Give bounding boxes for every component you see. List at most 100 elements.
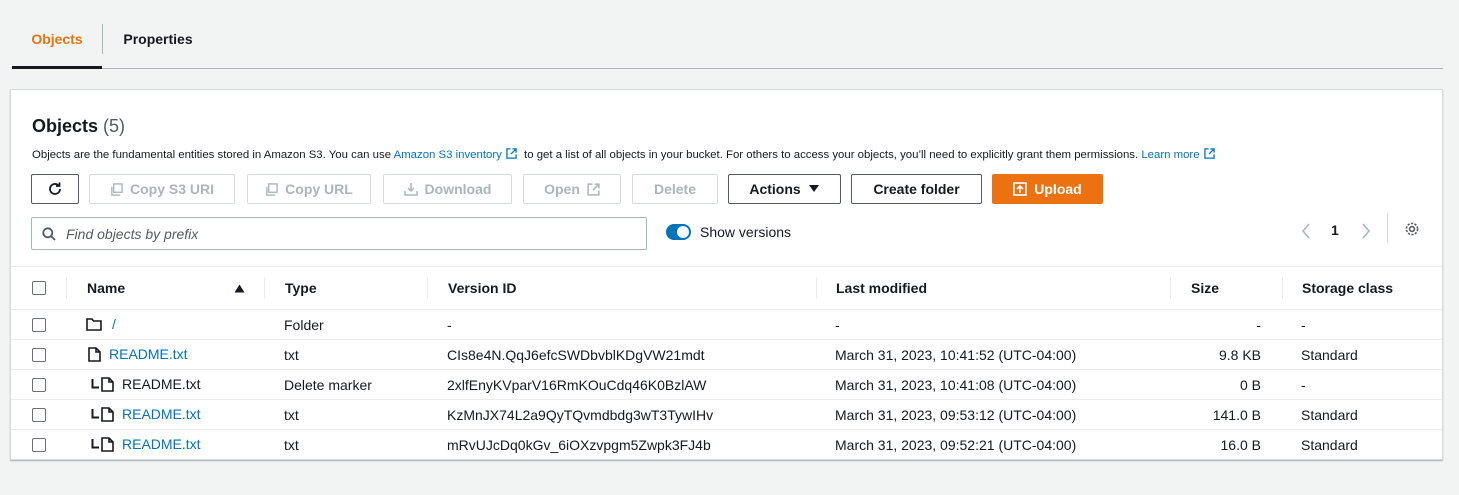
copy-s3-uri-button[interactable]: Copy S3 URI [89, 174, 235, 204]
chevron-right-icon[interactable] [1361, 223, 1371, 239]
objects-description: Objects are the fundamental entities sto… [32, 148, 1219, 161]
last-modified-cell: March 31, 2023, 09:52:21 (UTC-04:00) [835, 437, 1077, 453]
name-cell: README.txt [91, 436, 201, 452]
object-name: README.txt [122, 376, 201, 392]
delete-label: Delete [653, 181, 697, 197]
storage-class-cell: Standard [1301, 407, 1358, 423]
tab-objects[interactable]: Objects [12, 20, 102, 69]
column-header-size[interactable]: Size [1191, 280, 1219, 296]
row-checkbox[interactable] [32, 348, 46, 362]
create-folder-button[interactable]: Create folder [851, 174, 982, 204]
column-header-version-id[interactable]: Version ID [448, 280, 516, 296]
external-link-icon [587, 182, 600, 196]
version-id-cell: 2xlfEnyKVparV16RmKOuCdq46K0BzlAW [447, 377, 707, 393]
storage-class-cell: Standard [1301, 437, 1358, 453]
type-cell: txt [284, 347, 299, 363]
column-header-storage-class[interactable]: Storage class [1302, 280, 1393, 296]
objects-panel: Objects (5) Objects are the fundamental … [10, 89, 1443, 460]
name-cell: README.txt [91, 406, 201, 422]
column-divider [264, 277, 265, 299]
folder-icon [86, 318, 102, 331]
version-id-cell: KzMnJX74L2a9QyTQvmdbdg3wT3TywIHv [447, 407, 714, 423]
create-folder-label: Create folder [873, 181, 960, 197]
column-header-name[interactable]: Name [87, 280, 125, 296]
download-label: Download [424, 181, 492, 197]
objects-title: Objects [32, 116, 99, 136]
table-row[interactable]: README.txt txt KzMnJX74L2a9QyTQvmdbdg3wT… [11, 400, 1442, 430]
version-branch-icon [91, 379, 99, 389]
select-all-checkbox[interactable] [32, 281, 46, 295]
size-cell: 9.8 KB [1218, 347, 1261, 363]
refresh-icon [49, 182, 61, 195]
last-modified-cell: March 31, 2023, 09:53:12 (UTC-04:00) [835, 407, 1077, 423]
external-link-icon [506, 148, 517, 159]
open-label: Open [544, 181, 580, 197]
copy-icon [111, 182, 123, 196]
table-row[interactable]: README.txt Delete marker 2xlfEnyKVparV16… [11, 370, 1442, 400]
learn-more-link[interactable]: Learn more [1141, 149, 1199, 161]
actions-dropdown[interactable]: Actions [728, 174, 841, 204]
desc-text-1: Objects are the fundamental entities sto… [32, 149, 394, 161]
last-modified-cell: - [835, 317, 840, 333]
show-versions-control[interactable]: Show versions [666, 224, 791, 240]
type-cell: txt [284, 407, 299, 423]
refresh-button[interactable] [31, 174, 79, 204]
upload-icon [1013, 182, 1028, 196]
last-modified-cell: March 31, 2023, 10:41:52 (UTC-04:00) [835, 347, 1077, 363]
type-cell: Delete marker [284, 377, 372, 393]
file-icon [88, 346, 101, 362]
object-name-link[interactable]: README.txt [122, 436, 201, 452]
show-versions-toggle[interactable] [666, 224, 691, 240]
search-input[interactable] [64, 224, 624, 243]
object-name-link[interactable]: / [112, 316, 116, 332]
column-divider [1170, 277, 1171, 299]
table-row[interactable]: README.txt txt CIs8e4N.QqJ6efcSWDbvblKDg… [11, 340, 1442, 370]
column-divider [427, 277, 428, 299]
tab-properties[interactable]: Properties [103, 20, 213, 68]
storage-class-cell: Standard [1301, 347, 1358, 363]
row-checkbox[interactable] [32, 438, 46, 452]
tab-bar: Objects Properties [12, 20, 1443, 69]
current-page[interactable]: 1 [1331, 222, 1339, 238]
object-name-link[interactable]: README.txt [109, 346, 188, 362]
column-header-last-modified[interactable]: Last modified [836, 280, 927, 296]
pager-divider [1387, 213, 1388, 243]
version-branch-icon [91, 439, 99, 449]
delete-button[interactable]: Delete [632, 174, 718, 204]
storage-class-cell: - [1301, 377, 1306, 393]
open-button[interactable]: Open [523, 174, 621, 204]
external-link-icon [1203, 148, 1215, 159]
show-versions-label: Show versions [700, 224, 792, 240]
chevron-left-icon[interactable] [1301, 223, 1311, 239]
copy-icon [266, 182, 278, 196]
search-box[interactable] [31, 217, 647, 250]
page-title: Objects (5) [32, 116, 125, 137]
objects-count: (5) [103, 116, 126, 136]
s3-inventory-link[interactable]: Amazon S3 inventory [394, 149, 502, 161]
search-icon [42, 226, 56, 241]
file-icon [101, 376, 114, 392]
object-name-link[interactable]: README.txt [122, 406, 201, 422]
gear-icon[interactable] [1404, 221, 1420, 237]
row-checkbox[interactable] [32, 318, 46, 332]
last-modified-cell: March 31, 2023, 10:41:08 (UTC-04:00) [835, 377, 1077, 393]
table-row[interactable]: / Folder - - - - [11, 310, 1442, 340]
size-cell: 16.0 B [1220, 437, 1261, 453]
objects-table: Name Type Version ID Last modified Size … [11, 266, 1442, 460]
name-cell: README.txt [91, 376, 201, 392]
file-icon [101, 406, 114, 422]
size-cell: 141.0 B [1212, 407, 1261, 423]
download-button[interactable]: Download [383, 174, 512, 204]
type-cell: Folder [284, 317, 324, 333]
row-checkbox[interactable] [32, 378, 46, 392]
upload-button[interactable]: Upload [992, 174, 1103, 204]
version-id-cell: mRvUJcDq0kGv_6iOXzvpgm5Zwpk3FJ4b [447, 437, 711, 453]
table-row[interactable]: README.txt txt mRvUJcDq0kGv_6iOXzvpgm5Zw… [11, 430, 1442, 460]
row-checkbox[interactable] [32, 408, 46, 422]
desc-text-2: to get a list of all objects in your buc… [520, 149, 1142, 161]
column-header-type[interactable]: Type [285, 280, 317, 296]
copy-url-button[interactable]: Copy URL [247, 174, 371, 204]
version-id-cell: - [447, 317, 452, 333]
sort-ascending-icon[interactable] [234, 284, 245, 293]
type-cell: txt [284, 437, 299, 453]
